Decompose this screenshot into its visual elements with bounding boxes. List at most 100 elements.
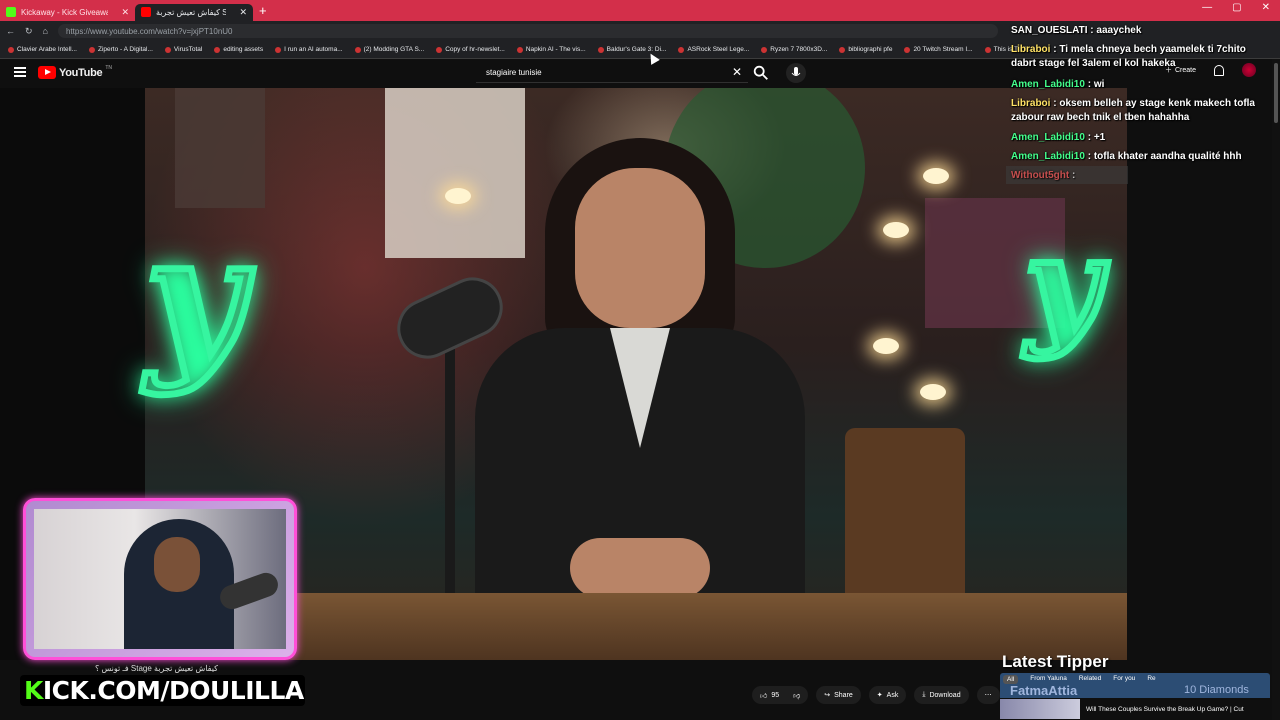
tipper-title: Latest Tipper <box>1002 652 1109 671</box>
bookmark-label: Ziperto - A Digital... <box>97 46 153 53</box>
bookmark-item[interactable]: ASRock Steel Lege... <box>678 46 749 53</box>
mic-stand <box>445 338 455 598</box>
bookmark-item[interactable]: Clavier Arabe Intell... <box>8 46 77 53</box>
bookmark-label: 20 Twitch Stream I... <box>913 46 973 53</box>
bookmark-item[interactable]: Napkin AI - The vis... <box>516 46 586 53</box>
hamburger-menu-icon[interactable] <box>14 67 26 77</box>
screen: Kickaway - Kick Giveaway Tool ✕ كيفاش تع… <box>0 0 1280 720</box>
tipper-name: FatmaAttia <box>1010 683 1078 698</box>
chip-more[interactable]: Re <box>1147 675 1155 684</box>
youtube-play-icon <box>38 66 56 79</box>
kick-url-banner: KICK.COM/DOULILLA <box>20 675 305 706</box>
presenter <box>475 138 805 608</box>
ask-label: Ask <box>886 691 899 699</box>
bookmark-item[interactable]: 20 Twitch Stream I... <box>904 46 973 53</box>
mirror-bulb <box>883 222 909 238</box>
chair <box>845 428 965 608</box>
bookmark-label: Copy of hr-newslet... <box>445 46 505 53</box>
download-label: Download <box>929 691 961 699</box>
bookmark-item[interactable]: I run an AI automa... <box>275 46 343 53</box>
kick-favicon-icon <box>6 7 16 17</box>
minimize-icon[interactable]: — <box>1202 2 1212 13</box>
share-button[interactable]: ↪ Share <box>816 686 861 704</box>
browser-tab-bar: Kickaway - Kick Giveaway Tool ✕ كيفاش تع… <box>0 0 1280 21</box>
chat-username: Amen_Labidi10 <box>1011 79 1085 90</box>
url-text: https://www.youtube.com/watch?v=jxjPT10n… <box>65 26 233 36</box>
bookmark-favicon-icon <box>164 46 171 53</box>
bookmark-item[interactable]: Copy of hr-newslet... <box>436 46 505 53</box>
suggested-video[interactable]: Will These Couples Survive the Break Up … <box>1000 698 1270 720</box>
download-button[interactable]: ⤓ Download <box>914 686 969 704</box>
chip-for-you[interactable]: For you <box>1113 675 1135 684</box>
suggested-thumbnail <box>1000 699 1080 719</box>
chat-message: Amen_Labidi10 : wi <box>1011 79 1105 90</box>
chat-message: Libraboi : Ti mela chneya bech yaamelek … <box>1011 44 1246 69</box>
tab-youtube[interactable]: كيفاش تعيش تجربة Stage_فـ... ✕ <box>135 3 253 21</box>
bookmark-label: Ryzen 7 7800x3D... <box>770 46 828 53</box>
bookmark-favicon-icon <box>8 46 14 53</box>
bookmark-item[interactable]: Ziperto - A Digital... <box>88 46 153 53</box>
youtube-wordmark: YouTube <box>59 66 103 79</box>
bookmark-item[interactable]: Ryzen 7 7800x3D... <box>761 46 827 53</box>
chat-text: wi <box>1093 79 1105 90</box>
bookmark-item[interactable]: bibliographi pfe <box>839 46 892 53</box>
thumbs-down-icon[interactable]: 👎︎ <box>793 691 800 700</box>
youtube-favicon-icon <box>141 7 151 17</box>
home-icon[interactable]: ⌂ <box>43 26 48 36</box>
more-options-icon[interactable]: ⋯ <box>976 686 1000 704</box>
chat-text: tofla khater aandha qualité hhh <box>1093 151 1242 162</box>
search-icon[interactable] <box>752 64 770 82</box>
clear-search-icon[interactable]: ✕ <box>732 65 742 79</box>
window-controls: — ▢ ✕ <box>1202 2 1270 13</box>
bookmark-label: bibliographi pfe <box>848 46 893 53</box>
bookmark-item[interactable]: Baldur's Gate 3: Di... <box>597 46 666 53</box>
ask-button[interactable]: ✦ Ask <box>868 686 907 704</box>
new-tab-icon[interactable]: + <box>259 3 267 18</box>
share-label: Share <box>834 691 853 699</box>
chat-username: Libraboi <box>1011 44 1051 55</box>
bookmark-favicon-icon <box>984 46 991 53</box>
kick-prefix: K <box>24 676 43 705</box>
mirror-bulb <box>445 188 471 204</box>
bookmark-label: I run an AI automa... <box>284 46 343 53</box>
url-field[interactable]: https://www.youtube.com/watch?v=jxjPT10n… <box>57 24 998 38</box>
chat-message: Libraboi : oksem belleh ay stage kenk ma… <box>1011 98 1255 123</box>
microphone-icon[interactable] <box>786 63 806 83</box>
bookmark-item[interactable]: VirusTotal <box>164 46 203 53</box>
chat-username: Libraboi <box>1011 98 1051 109</box>
neon-sign-right: y <box>1022 205 1105 365</box>
mirror-bulb <box>873 338 899 354</box>
bookmark-item[interactable]: (2) Modding GTA S... <box>354 46 424 53</box>
back-icon[interactable]: ← <box>6 26 15 36</box>
bookmark-label: ASRock Steel Lege... <box>687 46 750 53</box>
bookmark-favicon-icon <box>904 46 911 53</box>
chip-related[interactable]: Related <box>1079 675 1101 684</box>
bookmark-label: VirusTotal <box>173 46 203 53</box>
close-tab-icon[interactable]: ✕ <box>121 7 129 18</box>
tab-kickaway[interactable]: Kickaway - Kick Giveaway Tool ✕ <box>0 4 135 21</box>
chat-username: Amen_Labidi10 <box>1011 151 1085 162</box>
chat-text: aaaychek <box>1096 25 1142 36</box>
like-button[interactable]: 👍︎ 95 👎︎ <box>752 686 809 704</box>
close-tab-icon[interactable]: ✕ <box>239 7 247 18</box>
mirror-bulb <box>920 384 946 400</box>
page-scrollbar[interactable] <box>1272 59 1280 720</box>
maximize-icon[interactable]: ▢ <box>1232 2 1241 13</box>
sparkle-icon: ✦ <box>876 692 883 699</box>
youtube-logo[interactable]: YouTube TN <box>38 65 112 79</box>
bookmark-favicon-icon <box>761 46 768 53</box>
bookmark-label: Clavier Arabe Intell... <box>17 46 77 53</box>
reload-icon[interactable]: ↻ <box>25 26 33 37</box>
bookmark-favicon-icon <box>597 46 604 53</box>
close-window-icon[interactable]: ✕ <box>1262 2 1270 13</box>
bookmark-favicon-icon <box>88 46 95 53</box>
tab-title: Kickaway - Kick Giveaway Tool <box>21 7 109 17</box>
bookmark-label: editing assets <box>223 46 264 53</box>
thumbs-up-icon: 👍︎ <box>760 692 768 700</box>
bookmark-item[interactable]: editing assets <box>214 46 263 53</box>
bookmark-favicon-icon <box>275 46 282 53</box>
tab-title: كيفاش تعيش تجربة Stage_فـ... <box>156 7 227 17</box>
poster <box>175 88 265 208</box>
bookmark-label: Napkin AI - The vis... <box>525 46 586 53</box>
search-input[interactable]: stagiaire tunisie <box>476 63 748 83</box>
